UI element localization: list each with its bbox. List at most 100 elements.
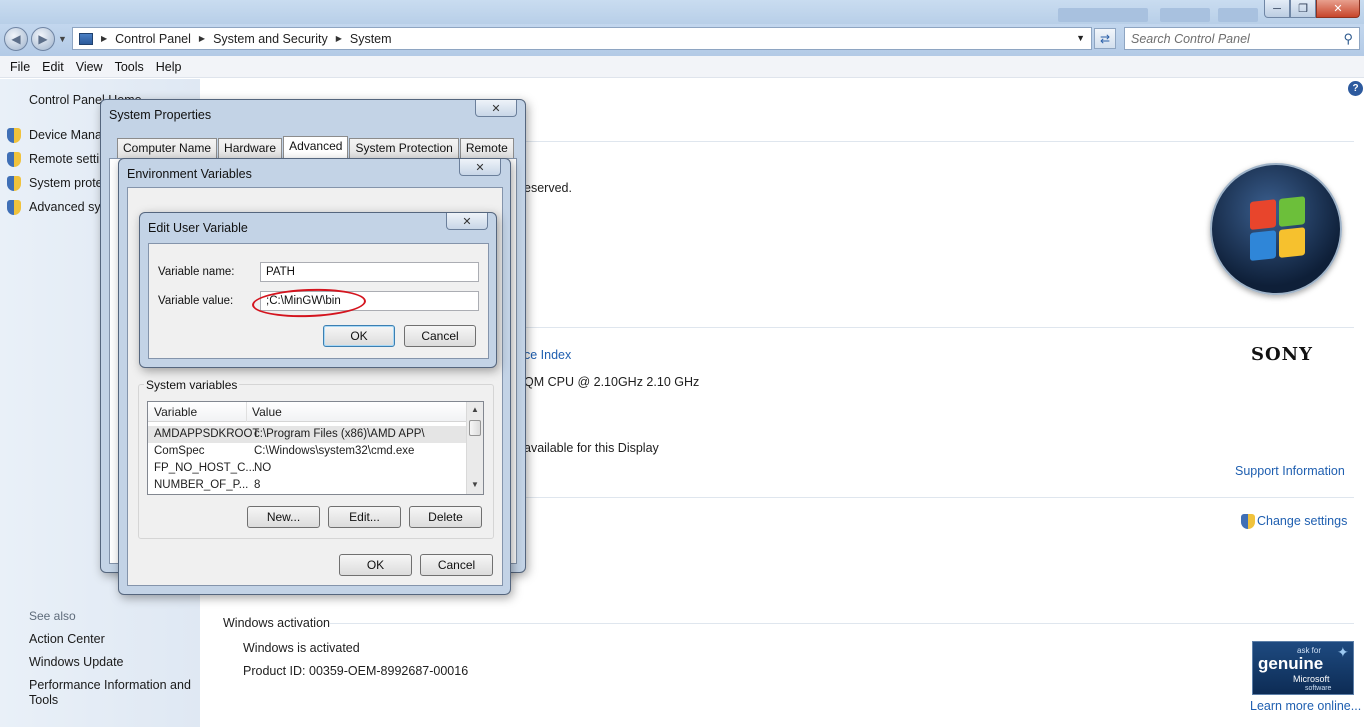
column-variable[interactable]: Variable	[154, 405, 197, 419]
edit-ok-button[interactable]: OK	[323, 325, 395, 347]
row-variable: NUMBER_OF_P...	[154, 479, 249, 491]
menu-view[interactable]: View	[70, 60, 109, 74]
chevron-right-icon[interactable]: ▶	[101, 34, 107, 43]
oem-logo: SONY	[1251, 344, 1313, 365]
list-header: Variable Value	[148, 402, 468, 422]
ok-button[interactable]: OK	[339, 554, 412, 576]
close-button[interactable]: ✕	[459, 159, 501, 176]
window-titlebar: ─ ❐ ✕	[0, 0, 1364, 24]
window-close-button[interactable]: ✕	[1316, 0, 1360, 18]
row-value: C:\Windows\system32\cmd.exe	[254, 445, 415, 457]
experience-index-link[interactable]: ce Index	[524, 348, 571, 362]
menu-bar: File Edit View Tools Help	[0, 56, 1364, 78]
windows-logo	[1210, 163, 1342, 295]
dialog-title: Environment Variables	[127, 167, 252, 181]
support-information-link[interactable]: Support Information	[1235, 464, 1345, 478]
system-variables-label: System variables	[144, 378, 240, 392]
control-panel-icon	[79, 32, 93, 45]
device-manager-link[interactable]: Device Manag	[29, 128, 109, 142]
performance-info-link-line2[interactable]: Tools	[29, 693, 58, 707]
search-placeholder: Search Control Panel	[1131, 32, 1250, 46]
breadcrumb-system[interactable]: System	[350, 32, 392, 46]
menu-file[interactable]: File	[4, 60, 36, 74]
chevron-right-icon[interactable]: ▶	[199, 34, 205, 43]
close-button[interactable]: ✕	[475, 100, 517, 117]
help-icon[interactable]: ?	[1348, 81, 1363, 96]
minimize-button[interactable]: ─	[1264, 0, 1290, 18]
see-also-heading: See also	[29, 609, 76, 623]
processor-value: QM CPU @ 2.10GHz 2.10 GHz	[524, 375, 700, 389]
breadcrumb-control-panel[interactable]: Control Panel	[115, 32, 191, 46]
tab-remote[interactable]: Remote	[459, 138, 514, 158]
badge-software: software	[1305, 685, 1332, 692]
product-id: Product ID: 00359-OEM-8992687-00016	[243, 664, 469, 678]
tab-hardware[interactable]: Hardware	[218, 138, 283, 158]
star-icon: ✦	[1337, 644, 1349, 660]
search-icon[interactable]: ⚲	[1343, 31, 1353, 47]
copyright-text: eserved.	[524, 181, 572, 195]
windows-activation-heading: Windows activation	[223, 616, 330, 630]
table-row[interactable]: NUMBER_OF_P... 8	[148, 477, 468, 494]
advanced-system-settings-link[interactable]: Advanced sys	[29, 200, 107, 214]
recent-pages-dropdown[interactable]: ▼	[58, 34, 67, 44]
variable-name-input[interactable]: PATH	[260, 262, 479, 282]
forward-button[interactable]: ▶	[31, 27, 55, 51]
back-button[interactable]: ◀	[4, 27, 28, 51]
titlebar-blur	[1218, 8, 1258, 22]
menu-help[interactable]: Help	[150, 60, 188, 74]
performance-info-link[interactable]: Performance Information and	[29, 678, 191, 692]
row-variable: AMDAPPSDKROOT	[154, 428, 260, 440]
breadcrumb-system-security[interactable]: System and Security	[213, 32, 328, 46]
address-dropdown-icon[interactable]: ▼	[1076, 33, 1085, 43]
action-center-link[interactable]: Action Center	[29, 632, 105, 646]
list-scrollbar[interactable]: ▲ ▼	[466, 402, 483, 494]
badge-microsoft: Microsoft	[1293, 674, 1330, 684]
genuine-microsoft-badge[interactable]: ask for ✦ genuine Microsoft software	[1252, 641, 1354, 695]
tab-advanced[interactable]: Advanced	[283, 136, 349, 158]
table-row[interactable]: AMDAPPSDKROOT c:\Program Files (x86)\AMD…	[148, 426, 468, 443]
close-button[interactable]: ✕	[446, 213, 488, 230]
table-row[interactable]: FP_NO_HOST_C... NO	[148, 460, 468, 477]
chevron-right-icon[interactable]: ▶	[336, 34, 342, 43]
remote-settings-link[interactable]: Remote settin	[29, 152, 106, 166]
uac-shield-icon	[7, 152, 21, 167]
delete-button[interactable]: Delete	[409, 506, 482, 528]
cancel-button[interactable]: Cancel	[420, 554, 493, 576]
badge-genuine: genuine	[1258, 654, 1324, 673]
uac-shield-icon	[7, 128, 21, 143]
tab-computer-name[interactable]: Computer Name	[117, 138, 218, 158]
new-button[interactable]: New...	[247, 506, 320, 528]
table-row[interactable]: ComSpec C:\Windows\system32\cmd.exe	[148, 443, 468, 460]
column-divider[interactable]	[246, 402, 247, 422]
menu-tools[interactable]: Tools	[109, 60, 150, 74]
scroll-thumb[interactable]	[469, 420, 481, 436]
maximize-button[interactable]: ❐	[1290, 0, 1316, 18]
refresh-button[interactable]: ⇄	[1094, 28, 1116, 49]
menu-edit[interactable]: Edit	[36, 60, 70, 74]
tab-strip: Computer Name Hardware Advanced System P…	[117, 136, 515, 158]
address-row: ◀ ▶ ▼ ▶ Control Panel ▶ System and Secur…	[0, 24, 1364, 56]
row-value: 8	[254, 479, 261, 491]
windows-update-link[interactable]: Windows Update	[29, 655, 124, 669]
close-icon: ✕	[491, 102, 501, 115]
edit-button[interactable]: Edit...	[328, 506, 401, 528]
system-variables-list[interactable]: Variable Value AMDAPPSDKROOT c:\Program …	[147, 401, 484, 495]
uac-shield-icon	[1241, 514, 1255, 529]
learn-more-online-link[interactable]: Learn more online...	[1250, 699, 1361, 713]
refresh-icon: ⇄	[1099, 31, 1111, 46]
windows-flag-icon	[1250, 196, 1306, 262]
edit-cancel-button[interactable]: Cancel	[404, 325, 476, 347]
pen-touch-value: available for this Display	[524, 441, 659, 455]
address-bar[interactable]: ▶ Control Panel ▶ System and Security ▶ …	[72, 27, 1092, 50]
search-input[interactable]: Search Control Panel ⚲	[1124, 27, 1360, 50]
change-settings-link[interactable]: Change settings	[1257, 514, 1347, 528]
row-variable: FP_NO_HOST_C...	[154, 462, 255, 474]
dialog-title: System Properties	[109, 108, 212, 122]
back-arrow-icon: ◀	[11, 32, 21, 46]
scroll-up-icon[interactable]: ▲	[467, 402, 483, 418]
tab-system-protection[interactable]: System Protection	[349, 138, 459, 158]
scroll-down-icon[interactable]: ▼	[467, 477, 483, 493]
dialog-title: Edit User Variable	[148, 221, 248, 235]
system-protection-link[interactable]: System prote	[29, 176, 103, 190]
column-value[interactable]: Value	[252, 405, 282, 419]
